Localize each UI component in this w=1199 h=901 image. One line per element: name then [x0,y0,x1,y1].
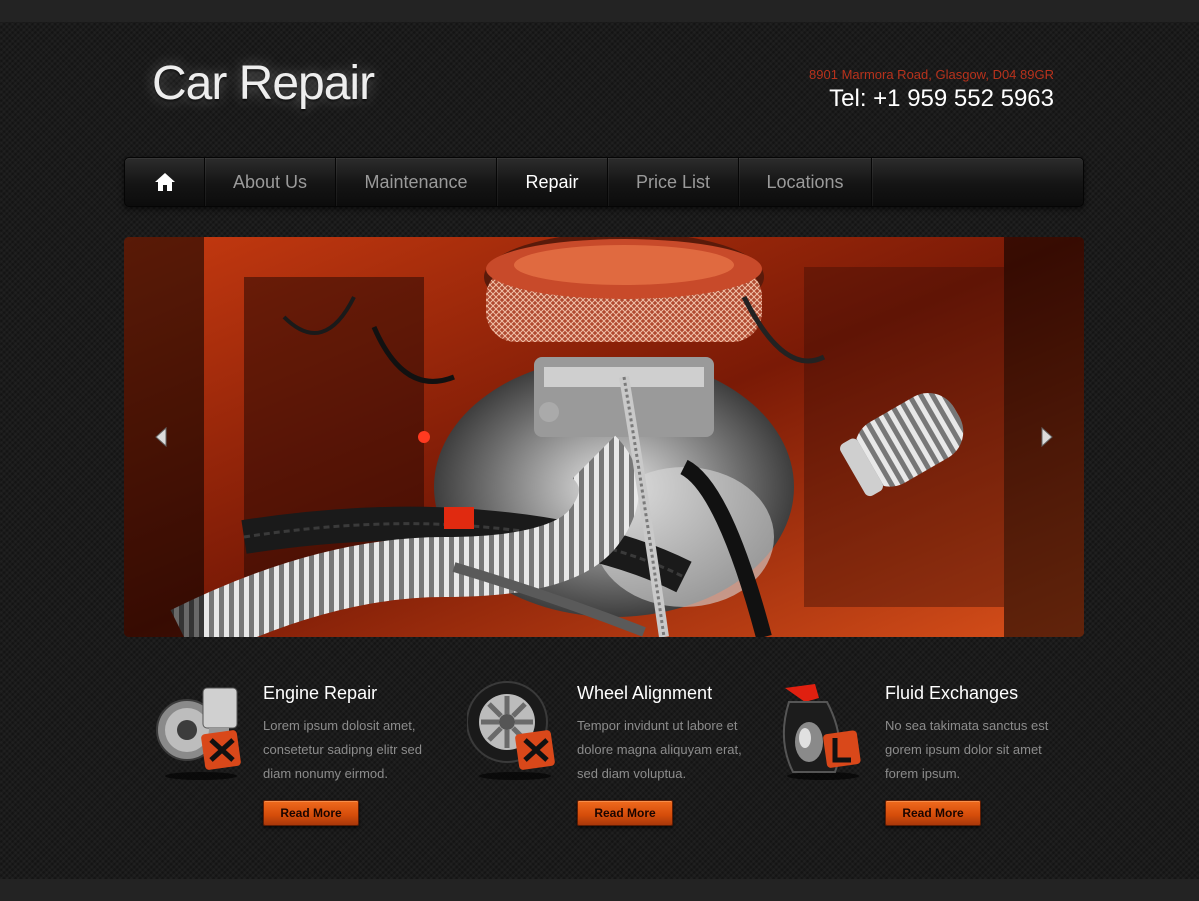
main-navigation: About Us Maintenance Repair Price List L… [124,157,1084,207]
desc-line: sed diam voluptua. [577,766,687,781]
feature-description: Tempor invidunt ut labore et dolore magn… [577,714,762,786]
arrow-right-icon [1041,426,1053,448]
read-more-button[interactable]: Read More [263,800,359,826]
feature-fluid-exchanges: Fluid Exchanges No sea takimata sanctus … [775,680,1075,840]
read-more-button[interactable]: Read More [577,800,673,826]
car-engine-bay-photo [124,237,1084,637]
nav-home[interactable] [125,158,205,206]
feature-title: Wheel Alignment [577,683,713,703]
feature-engine-repair: Engine Repair Lorem ipsum dolosit amet, … [153,680,453,840]
nav-repair[interactable]: Repair [497,158,608,206]
slider-next-button[interactable] [1036,426,1056,448]
home-icon [154,173,175,191]
nav-locations[interactable]: Locations [739,158,872,206]
desc-line: consetetur sadipng elitr sed [263,742,422,757]
feature-wheel-alignment: Wheel Alignment Tempor invidunt ut labor… [467,680,767,840]
read-more-button[interactable]: Read More [885,800,981,826]
image-slider [124,237,1084,637]
arrow-left-icon [155,426,167,448]
address-text: 8901 Marmora Road, Glasgow, D04 89GR [809,67,1054,82]
phone-number: Tel: +1 959 552 5963 [829,85,1054,112]
desc-line: forem ipsum. [885,766,961,781]
feature-title: Engine Repair [263,683,378,703]
top-strip [0,0,1199,22]
fluid-exchange-icon [782,684,861,780]
nav-about-us[interactable]: About Us [205,158,336,206]
nav-maintenance[interactable]: Maintenance [336,158,497,206]
feature-description: Lorem ipsum dolosit amet, consetetur sad… [263,714,448,786]
slider-prev-button[interactable] [152,426,172,448]
site-logo[interactable]: Car Repair [152,60,375,108]
desc-line: No sea takimata sanctus est [885,718,1049,733]
feature-description: No sea takimata sanctus est gorem ipsum … [885,714,1070,786]
feature-title: Fluid Exchanges [885,683,1019,703]
desc-line: Tempor invidunt ut labore et [577,718,738,733]
engine-repair-icon [156,687,241,780]
nav-price-list[interactable]: Price List [608,158,739,206]
bottom-strip [0,879,1199,901]
desc-line: gorem ipsum dolor sit amet [885,742,1042,757]
desc-line: dolore magna aliquyam erat, [577,742,742,757]
desc-line: diam nonumy eirmod. [263,766,388,781]
desc-line: Lorem ipsum dolosit amet, [263,718,416,733]
wheel-alignment-icon [467,681,555,780]
